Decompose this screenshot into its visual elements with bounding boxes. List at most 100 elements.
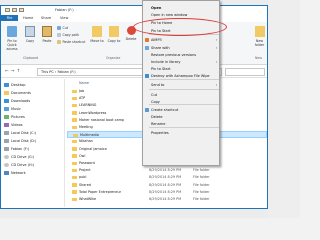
nav-item-cd-drive-g[interactable]: CD Drive (G:) — [4, 155, 34, 159]
folder-icon — [72, 96, 77, 101]
folder-icon — [72, 139, 77, 144]
folder-icon — [72, 168, 77, 173]
forward-icon[interactable]: → — [11, 69, 15, 74]
back-icon[interactable]: ← — [5, 69, 9, 74]
folder-icon — [72, 147, 77, 151]
nav-item-documents[interactable]: Documents — [4, 91, 31, 95]
folder-icon[interactable] — [5, 8, 10, 12]
file-row[interactable]: Project 8/29/2014 8:29 PM File folder — [67, 167, 267, 173]
file-name: publ — [79, 175, 87, 180]
menu-item-label: Delete — [151, 115, 163, 119]
menu-item-cut[interactable]: Cut — [143, 92, 221, 98]
folder-icon — [72, 125, 77, 129]
menu-separator — [149, 79, 219, 80]
menu-item-label: Send to — [151, 83, 165, 87]
nav-item-downloads[interactable]: Downloads — [4, 99, 30, 103]
menu-separator — [149, 104, 219, 105]
copy-icon — [25, 26, 35, 37]
file-name: Password — [79, 161, 95, 165]
documents-icon — [4, 91, 9, 95]
folder-icon — [72, 190, 77, 194]
tab-share[interactable]: Share — [38, 15, 54, 21]
up-icon[interactable]: ↑ — [17, 69, 21, 74]
videos-icon — [4, 123, 9, 127]
nav-item-cd-drive-h[interactable]: CD Drive (H:) — [4, 163, 34, 167]
file-row[interactable]: Total Paper Entrepreneur 8/29/2014 8:29 P… — [67, 189, 267, 195]
paste-shortcut-button[interactable]: Paste shortcut — [57, 40, 85, 44]
menu-item-open[interactable]: Open — [143, 5, 221, 11]
tab-home[interactable]: Home — [20, 15, 36, 21]
new-folder-icon[interactable] — [19, 8, 24, 12]
file-date: 8/29/2014 8:29 PM — [149, 182, 182, 187]
submenu-arrow-icon: › — [215, 83, 217, 87]
nav-item-videos[interactable]: Videos — [4, 123, 23, 127]
menu-item-aimp3[interactable]: AIMP3 › — [143, 37, 221, 43]
menu-item-share-with[interactable]: Share with › — [143, 45, 221, 51]
file-type: File folder — [193, 175, 210, 180]
copy-to-button[interactable]: Copy to — [106, 24, 122, 50]
menu-item-label: Cut — [151, 93, 158, 97]
menu-item-restore-previous-versions[interactable]: Restore previous versions — [143, 52, 221, 58]
file-name: LearnWordpress — [79, 110, 107, 115]
menu-item-label: Share with — [151, 46, 170, 50]
menu-item-delete[interactable]: Delete — [143, 114, 221, 120]
folder-icon — [72, 103, 77, 108]
menu-item-properties[interactable]: Properties — [143, 130, 221, 136]
file-date: 8/29/2014 8:29 PM — [149, 197, 182, 201]
file-name: Owl — [79, 153, 86, 158]
pin-to-quick-access-button[interactable]: Pin to Quick access — [4, 24, 20, 51]
file-row[interactable]: Shared 8/29/2014 8:29 PM File folder — [67, 182, 267, 188]
address-bar-row: ← → ↑ This PC › Fabian (F:) — [1, 66, 267, 78]
new-folder-button[interactable]: New folder — [251, 24, 268, 50]
file-name: ATP — [79, 96, 86, 101]
nav-item-network[interactable]: Network — [4, 171, 26, 175]
menu-item-send-to[interactable]: Send to › — [143, 82, 221, 88]
highlight-ring — [133, 18, 227, 36]
menu-item-create-shortcut[interactable]: Create shortcut — [143, 107, 221, 113]
file-name: Job — [79, 89, 85, 93]
menu-item-label: Open in new window — [151, 13, 188, 17]
file-row[interactable]: publ 8/29/2014 8:29 PM File folder — [67, 174, 267, 180]
file-name: Nikahan — [79, 139, 93, 144]
menu-item-label: Pin to Start — [151, 67, 171, 71]
properties-icon[interactable] — [12, 8, 17, 12]
new-folder-icon — [254, 26, 265, 37]
column-header-name[interactable]: Name — [79, 81, 89, 85]
menu-item-label: Open — [151, 6, 162, 10]
move-to-icon — [92, 26, 102, 37]
new-group-label: New — [255, 56, 262, 60]
tab-view[interactable]: View — [57, 15, 71, 21]
folder-icon — [72, 183, 77, 187]
menu-item-include-in-library[interactable]: Include in library › — [143, 59, 221, 65]
nav-item-fabian-f[interactable]: Fabian (F:) — [4, 147, 29, 151]
copy-path-button[interactable]: Copy path — [57, 33, 79, 37]
menu-item-pin-to-start[interactable]: Pin to Start — [143, 66, 221, 72]
file-row[interactable]: WhatWike 8/29/2014 8:29 PM File folder — [67, 196, 267, 202]
nav-item-local-disk-d[interactable]: Local Disk (D:) — [4, 139, 36, 143]
file-type: File folder — [193, 189, 210, 194]
file-name: WhatWike — [79, 197, 97, 201]
submenu-arrow-icon: › — [215, 38, 217, 42]
search-input[interactable] — [225, 68, 265, 76]
paste-button[interactable]: Paste — [39, 24, 55, 50]
tab-file[interactable]: File — [1, 15, 18, 21]
file-type: File folder — [193, 197, 210, 201]
network-icon — [4, 171, 9, 175]
folder-icon — [72, 118, 77, 122]
music-icon — [4, 107, 9, 111]
file-date: 8/29/2014 8:29 PM — [149, 189, 182, 194]
menu-item-label: Create shortcut — [151, 108, 179, 112]
nav-item-music[interactable]: Music — [4, 107, 21, 111]
nav-item-pictures[interactable]: Pictures — [4, 115, 25, 119]
nav-item-local-disk-c[interactable]: Local Disk (C:) — [4, 131, 36, 135]
scissors-icon — [57, 26, 61, 30]
cut-button[interactable]: Cut — [57, 26, 68, 30]
copy-button[interactable]: Copy — [22, 24, 38, 50]
folder-icon — [72, 175, 77, 180]
folder-icon — [72, 161, 77, 165]
move-to-button[interactable]: Move to — [89, 24, 105, 50]
file-name: Project — [79, 168, 91, 173]
nav-item-desktop[interactable]: Desktop — [4, 83, 25, 87]
downloads-icon — [4, 99, 9, 103]
menu-item-icon — [145, 108, 149, 112]
